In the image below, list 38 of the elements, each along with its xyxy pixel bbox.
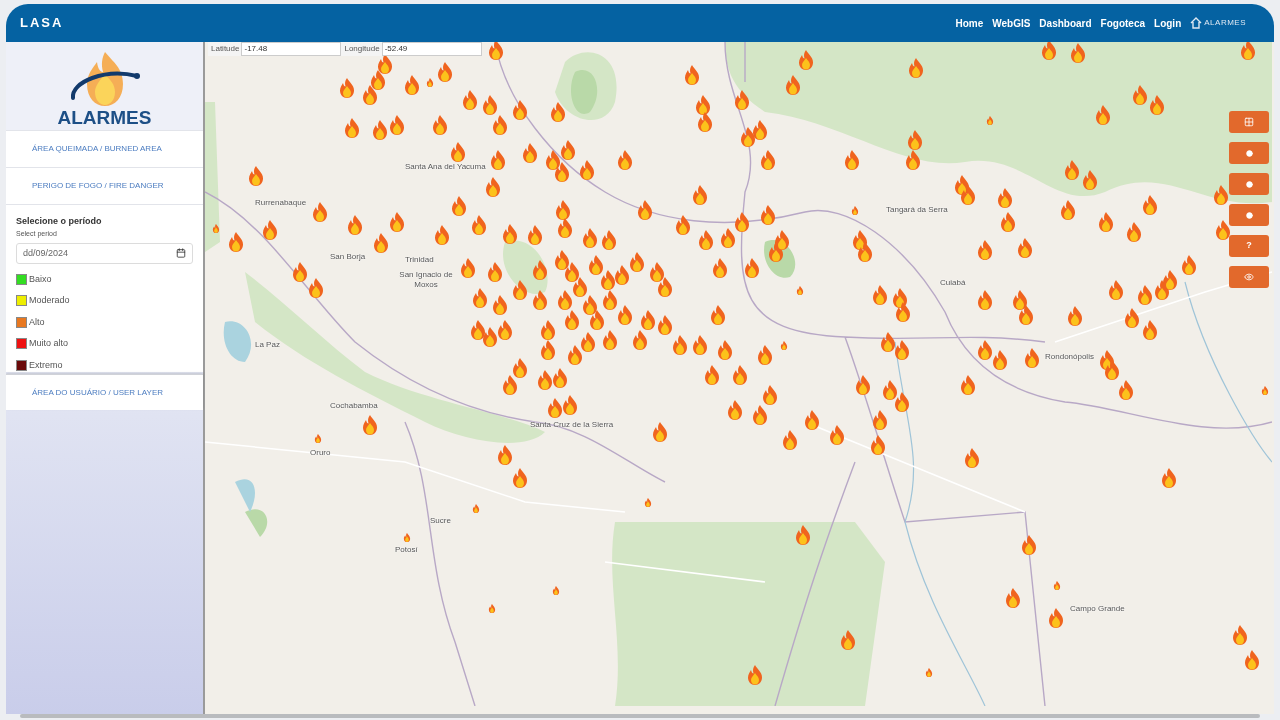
place-label: Tangará da Serra — [886, 205, 948, 215]
sidebar-section-link[interactable]: PERIGO DE FOGO / FIRE DANGER — [6, 167, 203, 204]
place-label: La Paz — [255, 340, 280, 350]
sidebar-section-link[interactable]: ÁREA QUEIMADA / BURNED AREA — [6, 130, 203, 167]
nav-link[interactable]: WebGIS — [992, 15, 1031, 31]
legend-label: Alto — [29, 315, 45, 329]
brand-label[interactable]: ALARMES — [1204, 17, 1246, 29]
legend-label: Moderado — [29, 294, 70, 307]
coordinate-label: Latitude — [211, 43, 241, 55]
nav-link[interactable]: Login — [1154, 15, 1182, 31]
nav-link[interactable]: Dashboard — [1039, 15, 1092, 31]
coordinate-field[interactable]: -52.49 — [381, 42, 482, 56]
coordinate-label: Longitude — [344, 43, 381, 55]
place-label: Sucre — [430, 516, 451, 526]
place-label: Rondonópolis — [1045, 352, 1094, 362]
map-tool-button[interactable]: ? — [1229, 235, 1269, 257]
place-label: Rurrenabaque — [255, 198, 307, 208]
legend-label: Baixo — [29, 272, 52, 286]
place-label: Trinidad — [405, 255, 434, 265]
alarmes-logo-text: ALARMES — [57, 108, 152, 127]
user-layer-link[interactable]: ÁREA DO USUÁRIO / USER LAYER — [6, 374, 203, 410]
nav-link[interactable]: Home — [955, 15, 984, 31]
place-label: Cuiabá — [940, 278, 966, 288]
place-label: Campo Grande — [1070, 604, 1125, 614]
place-label: San Ignacio de Moxos — [398, 270, 454, 290]
place-label: Santa Cruz de la Sierra — [530, 420, 614, 430]
place-label: Potosí — [395, 545, 418, 555]
place-label: Cochabamba — [330, 401, 378, 411]
place-label: San Borja — [330, 252, 366, 262]
legend-label: Extremo — [29, 358, 63, 372]
lasa-logo[interactable]: LASA — [20, 13, 64, 33]
place-label: Oruro — [310, 448, 331, 458]
period-title: Selecione o período — [16, 215, 103, 228]
place-label: Santa Ana del Yacuma — [405, 162, 486, 172]
nav-link[interactable]: Fogoteca — [1100, 15, 1146, 31]
date-field[interactable]: dd/09/2024 — [16, 243, 193, 264]
coordinate-field[interactable]: -17.48 — [241, 42, 342, 56]
legend-label: Muito alto — [29, 337, 69, 350]
